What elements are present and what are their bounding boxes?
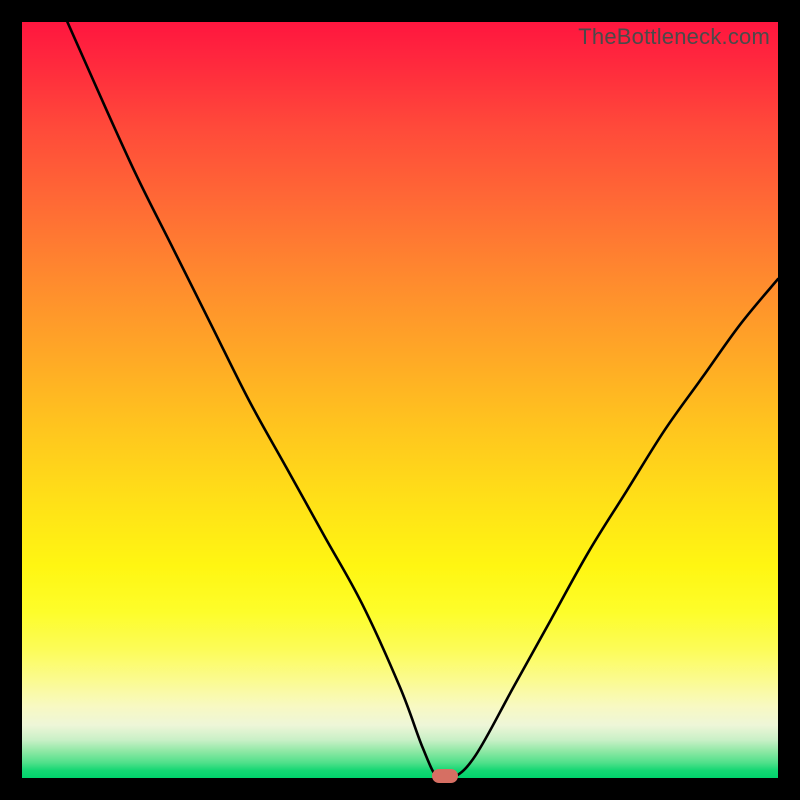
bottleneck-curve: [22, 22, 778, 778]
optimal-marker: [432, 769, 458, 783]
plot-area: TheBottleneck.com: [22, 22, 778, 778]
chart-frame: TheBottleneck.com: [0, 0, 800, 800]
